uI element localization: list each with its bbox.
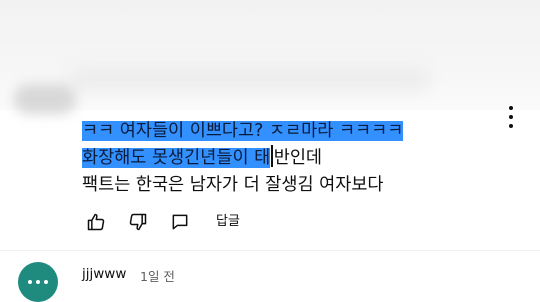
more-vert-icon: [509, 115, 513, 119]
blurred-previous-content: [0, 0, 540, 114]
thumb-up-icon: [87, 213, 105, 231]
thumb-down-icon: [129, 213, 147, 231]
avatar-dot: [36, 280, 40, 284]
blurred-avatar: [14, 84, 76, 114]
blurred-text: [70, 68, 430, 90]
unselected-text: 반인데: [273, 148, 323, 168]
selected-text: 화장해도 못생긴년들이 태: [82, 148, 271, 168]
dislike-button[interactable]: [124, 208, 152, 236]
text-cursor: [271, 145, 273, 167]
comment-line-3: 팩트는 한국은 남자가 더 잘생김 여자보다: [82, 175, 384, 195]
more-vert-icon: [509, 124, 513, 128]
comment-author[interactable]: jjjwww: [82, 266, 126, 282]
more-vert-icon: [509, 106, 513, 110]
comment-button[interactable]: [166, 208, 194, 236]
avatar-dot: [28, 280, 32, 284]
selected-text: ㅋㅋ 여자들이 이쁘다고? ㅈㄹ마라 ㅋㅋㅋㅋ: [82, 121, 404, 141]
comment-line-2: 화장해도 못생긴년들이 태 반인데: [82, 145, 502, 172]
more-options-button[interactable]: [498, 100, 524, 134]
comment-body: ㅋㅋ 여자들이 이쁘다고? ㅈㄹ마라 ㅋㅋㅋㅋ 화장해도 못생긴년들이 태 반인데…: [82, 118, 502, 199]
like-button[interactable]: [82, 208, 110, 236]
reply-button[interactable]: 답글: [216, 208, 240, 236]
comment-icon: [172, 214, 188, 230]
comment-actions: 답글: [82, 208, 240, 236]
divider: [0, 250, 540, 251]
comment-line-1: ㅋㅋ 여자들이 이쁘다고? ㅈㄹ마라 ㅋㅋㅋㅋ: [82, 118, 502, 145]
avatar[interactable]: [18, 262, 58, 302]
comment-timestamp: 1일 전: [140, 269, 175, 284]
avatar-dot: [44, 280, 48, 284]
